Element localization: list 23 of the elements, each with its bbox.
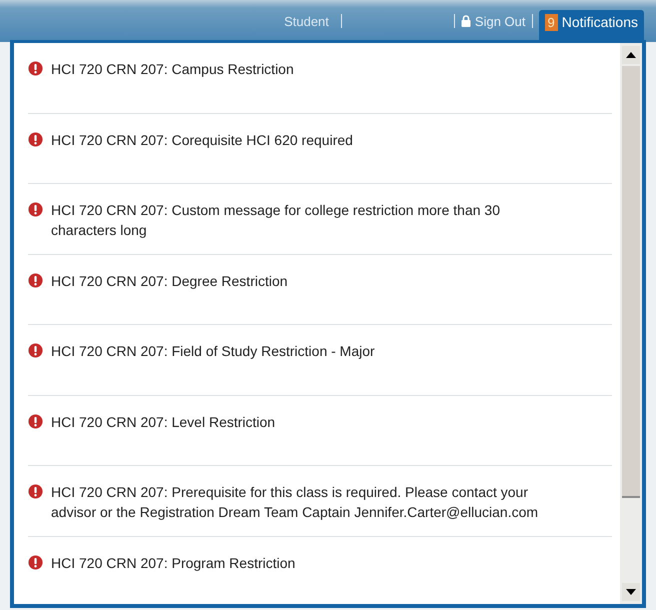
notification-message: HCI 720 CRN 207: Level Restriction bbox=[51, 412, 276, 432]
notification-message: HCI 720 CRN 207: Program Restriction bbox=[51, 554, 296, 572]
error-icon bbox=[28, 554, 43, 570]
notifications-tab[interactable]: 9 Notifications bbox=[538, 10, 644, 40]
scrollbar[interactable] bbox=[620, 43, 642, 604]
notification-count-badge: 9 bbox=[544, 14, 558, 30]
error-icon bbox=[28, 484, 43, 499]
error-icon bbox=[28, 61, 43, 76]
notification-message: HCI 720 CRN 207: Degree Restriction bbox=[51, 272, 289, 290]
error-icon bbox=[28, 414, 43, 428]
notification-message: HCI 720 CRN 207: Prerequisite for this class is required. Please contact your advisor or the Registration Dream Team Captain Jennifer.Carter@ellucian.com bbox=[51, 483, 540, 522]
scroll-up-icon[interactable] bbox=[622, 46, 640, 64]
error-icon bbox=[28, 132, 43, 146]
notification-message: HCI 720 CRN 207: Corequisite HCI 620 required bbox=[51, 130, 354, 150]
user-name: Student bbox=[284, 14, 329, 28]
error-icon bbox=[28, 343, 43, 358]
error-icon bbox=[28, 272, 43, 288]
error-icon bbox=[28, 202, 43, 217]
notification-message: HCI 720 CRN 207: Custom message for college restriction more than 30 characters long bbox=[51, 201, 501, 240]
notification-message: HCI 720 CRN 207: Campus Restriction bbox=[51, 60, 295, 79]
notification-message: HCI 720 CRN 207: Field of Study Restriction - Major bbox=[51, 342, 376, 361]
scroll-down-icon[interactable] bbox=[622, 583, 640, 601]
lock-icon bbox=[460, 15, 471, 27]
